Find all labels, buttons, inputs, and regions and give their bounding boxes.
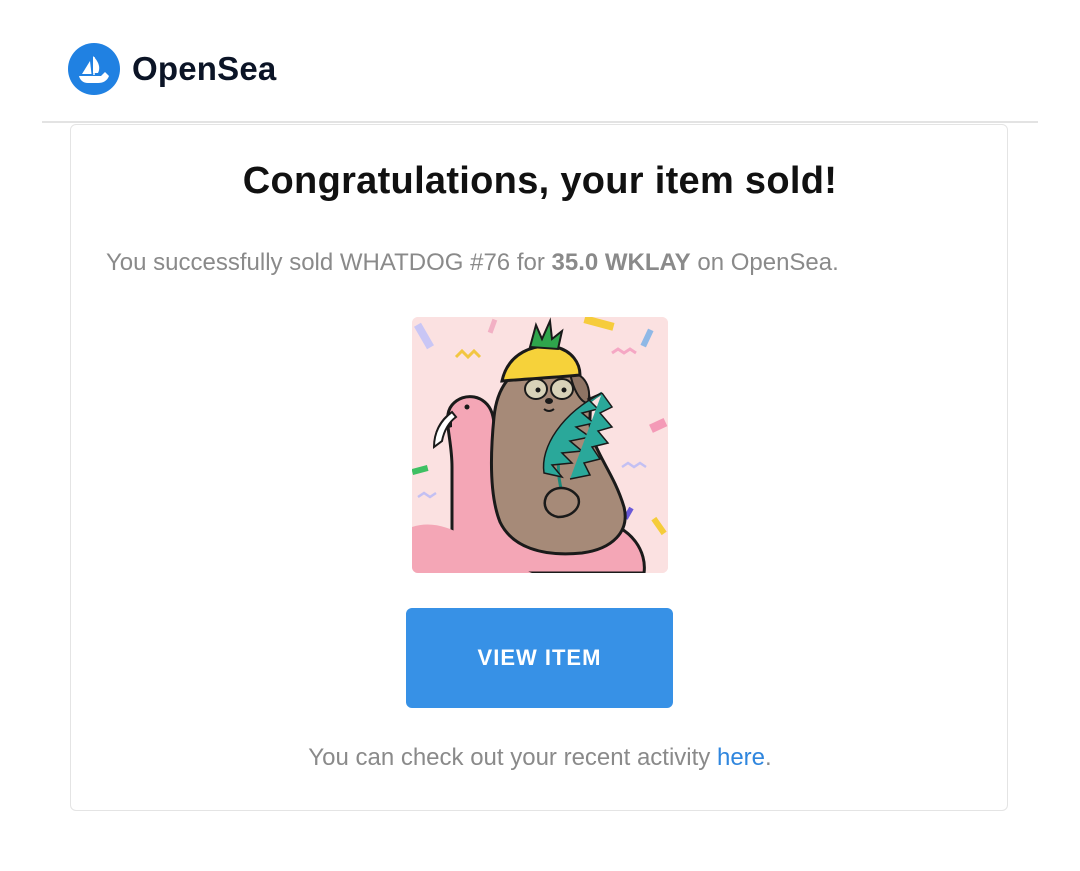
activity-link[interactable]: here — [717, 744, 765, 771]
opensea-logo-icon[interactable] — [68, 43, 120, 95]
nft-image — [412, 317, 668, 573]
header-divider — [42, 121, 1038, 123]
sale-summary: You successfully sold WHATDOG #76 for 35… — [106, 249, 839, 277]
whatdog-illustration — [412, 317, 668, 573]
email-header: OpenSea — [0, 0, 1080, 122]
summary-prefix: You successfully sold WHATDOG #76 for — [106, 249, 552, 276]
view-item-button[interactable]: VIEW ITEM — [406, 608, 673, 708]
congratulations-title: Congratulations, your item sold! — [242, 160, 838, 202]
footer-suffix: . — [765, 744, 772, 771]
sale-price: 35.0 WKLAY — [551, 249, 691, 276]
summary-suffix: on OpenSea. — [690, 249, 839, 276]
brand-name[interactable]: OpenSea — [132, 50, 276, 88]
activity-footer: You can check out your recent activity h… — [0, 744, 1080, 772]
footer-prefix: You can check out your recent activity — [308, 744, 717, 771]
